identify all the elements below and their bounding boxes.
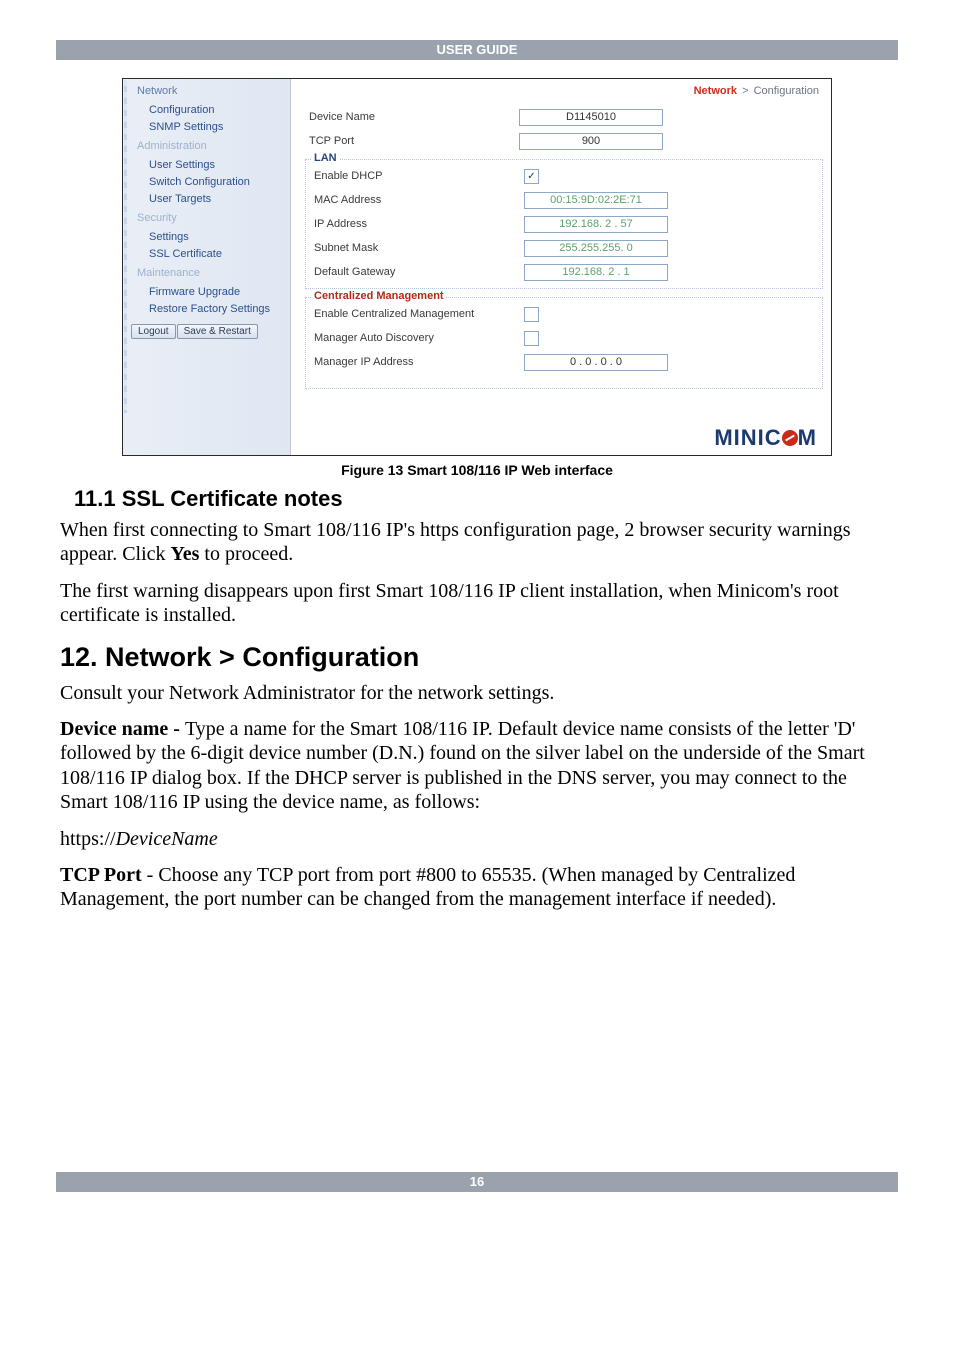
para-3: Consult your Network Administrator for t…: [60, 681, 894, 705]
para-6-lead: TCP Port: [60, 864, 142, 886]
readonly-field: [524, 192, 668, 209]
checkbox[interactable]: ✓: [524, 169, 539, 184]
para-1: When first connecting to Smart 108/116 I…: [60, 518, 894, 567]
breadcrumb-sep: >: [740, 85, 750, 97]
form-row: IP Address: [314, 212, 814, 236]
para-4-lead: Device name -: [60, 718, 185, 740]
form-row: Enable Centralized Management: [314, 302, 814, 326]
heading-11-1: 11.1 SSL Certificate notes: [74, 486, 894, 512]
para-2: The first warning disappears upon first …: [60, 579, 894, 628]
nav-sub-item[interactable]: Firmware Upgrade: [123, 284, 290, 301]
save-restart-button[interactable]: Save & Restart: [177, 324, 258, 339]
text-field[interactable]: [524, 354, 668, 371]
footer-bar: 16: [56, 1172, 898, 1192]
header-title: USER GUIDE: [437, 40, 518, 60]
minicom-logo: MINIC M: [714, 425, 817, 451]
form-row: Manager Auto Discovery: [314, 326, 814, 350]
logo-o-icon: [782, 430, 798, 446]
page-number: 16: [470, 1174, 484, 1189]
nav-section[interactable]: Network: [123, 81, 290, 102]
nav-sub-item[interactable]: SSL Certificate: [123, 246, 290, 263]
nav-section[interactable]: Security: [123, 208, 290, 229]
nav-sub-item[interactable]: Settings: [123, 229, 290, 246]
breadcrumb: Network > Configuration: [694, 85, 819, 97]
cm-group: Centralized Management Enable Centralize…: [305, 297, 823, 389]
field-label: Enable DHCP: [314, 170, 524, 182]
nav-sub-item[interactable]: Switch Configuration: [123, 174, 290, 191]
para-1-yes: Yes: [171, 543, 200, 565]
logout-button[interactable]: Logout: [131, 324, 176, 339]
main-pane: Network > Configuration Device Name TCP P…: [291, 79, 831, 455]
web-interface-screenshot: NetworkConfigurationSNMP SettingsAdminis…: [122, 78, 832, 456]
form-row: TCP Port: [309, 129, 819, 153]
nav-sub-item[interactable]: SNMP Settings: [123, 119, 290, 136]
nav-sub-item[interactable]: User Targets: [123, 191, 290, 208]
nav-sub-item[interactable]: User Settings: [123, 157, 290, 174]
field-label: Enable Centralized Management: [314, 308, 524, 320]
breadcrumb-root: Network: [694, 85, 737, 97]
heading-12: 12. Network > Configuration: [60, 642, 894, 673]
para-5b: DeviceName: [116, 828, 218, 850]
nav-sidebar: NetworkConfigurationSNMP SettingsAdminis…: [123, 79, 291, 455]
logo-post: M: [798, 425, 817, 450]
field-label: Device Name: [309, 111, 519, 123]
lan-group-title: LAN: [312, 152, 339, 164]
readonly-field: [524, 240, 668, 257]
text-field[interactable]: [519, 133, 663, 150]
readonly-field: [524, 216, 668, 233]
nav-section[interactable]: Administration: [123, 136, 290, 157]
form-row: Device Name: [309, 105, 819, 129]
para-6: TCP Port - Choose any TCP port from port…: [60, 863, 894, 912]
para-6-rest: - Choose any TCP port from port #800 to …: [60, 864, 795, 910]
checkbox[interactable]: [524, 331, 539, 346]
para-1c: to proceed.: [199, 543, 293, 565]
breadcrumb-leaf: Configuration: [754, 85, 819, 97]
nav-button-row: LogoutSave & Restart: [131, 324, 290, 339]
field-label: Manager Auto Discovery: [314, 332, 524, 344]
figure-13: NetworkConfigurationSNMP SettingsAdminis…: [122, 78, 832, 478]
document-body: 11.1 SSL Certificate notes When first co…: [0, 486, 954, 912]
nav-sub-item[interactable]: Configuration: [123, 102, 290, 119]
form-row: Manager IP Address: [314, 350, 814, 374]
para-5: https://DeviceName: [60, 827, 894, 851]
nav-stripe: [124, 80, 127, 413]
form-row: Enable DHCP✓: [314, 164, 814, 188]
nav-sub-item[interactable]: Restore Factory Settings: [123, 301, 290, 318]
cm-group-title: Centralized Management: [312, 290, 446, 302]
field-label: MAC Address: [314, 194, 524, 206]
readonly-field: [524, 264, 668, 281]
lan-group: LAN Enable DHCP✓MAC AddressIP AddressSub…: [305, 159, 823, 289]
form-row: Subnet Mask: [314, 236, 814, 260]
logo-pre: MINIC: [714, 425, 781, 450]
para-5a: https://: [60, 828, 116, 850]
field-label: TCP Port: [309, 135, 519, 147]
form-row: Default Gateway: [314, 260, 814, 284]
nav-section[interactable]: Maintenance: [123, 263, 290, 284]
field-label: IP Address: [314, 218, 524, 230]
text-field[interactable]: [519, 109, 663, 126]
para-4: Device name - Type a name for the Smart …: [60, 717, 894, 815]
header-bar: USER GUIDE: [56, 40, 898, 60]
field-label: Subnet Mask: [314, 242, 524, 254]
field-label: Manager IP Address: [314, 356, 524, 368]
figure-caption: Figure 13 Smart 108/116 IP Web interface: [122, 462, 832, 478]
checkbox[interactable]: [524, 307, 539, 322]
field-label: Default Gateway: [314, 266, 524, 278]
form-row: MAC Address: [314, 188, 814, 212]
